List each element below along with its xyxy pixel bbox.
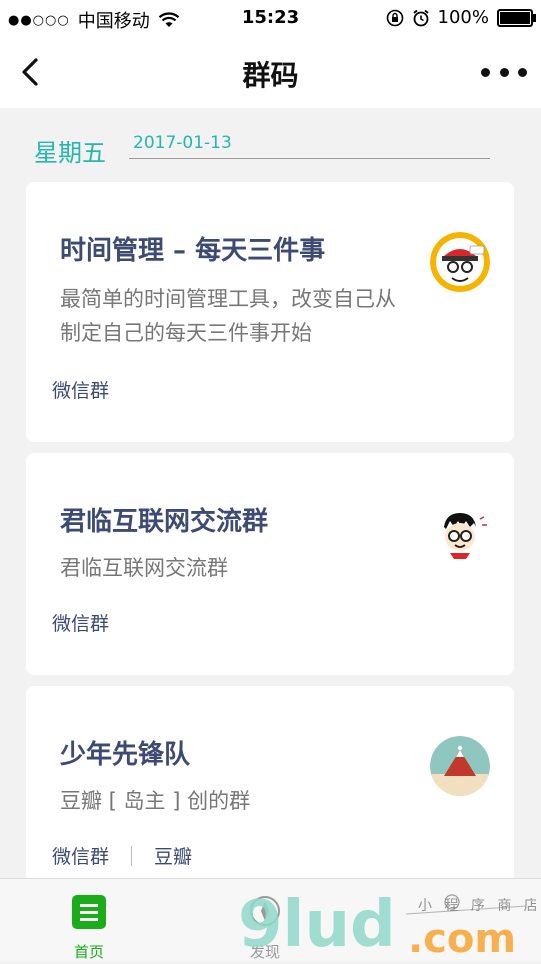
battery-icon: [497, 8, 536, 27]
group-description: 最简单的时间管理工具，改变自己从制定自己的每天三件事开始: [60, 287, 396, 345]
tag-separator: [131, 845, 133, 866]
group-tag: 微信群: [52, 380, 110, 402]
orientation-lock-icon: [386, 9, 403, 26]
group-card[interactable]: 少年先锋队 豆瓣 [ 岛主 ] 创的群 微信群 豆瓣: [26, 686, 514, 886]
avatar: [430, 232, 490, 292]
more-dot-icon: [499, 67, 509, 77]
more-options-button[interactable]: [481, 60, 527, 84]
group-card[interactable]: 时间管理 – 每天三件事 最简单的时间管理工具，改变自己从制定自己的每天三件事开…: [26, 182, 514, 442]
tab-bar: 首页 发现: [0, 878, 541, 961]
alarm-icon: [412, 9, 429, 26]
mountain-avatar-icon: [430, 736, 490, 796]
battery-fill: [500, 11, 530, 24]
avatar: [430, 736, 490, 796]
tab-discover-label: 发现: [249, 943, 280, 961]
status-bar: ●●○○○ 中国移动 15:23 100%: [0, 0, 541, 36]
cartoon-face-icon: [430, 503, 490, 563]
tab-home-label: 首页: [73, 943, 104, 961]
group-tags: 微信群 豆瓣: [52, 842, 192, 869]
tab-discover[interactable]: 发现: [205, 879, 325, 961]
date-divider: [129, 158, 490, 159]
group-tag: 微信群: [52, 846, 110, 868]
group-description: 君临互联网交流群: [60, 556, 228, 580]
group-title: 少年先锋队: [60, 740, 191, 770]
weekday-label: 星期五: [34, 139, 106, 167]
group-tags: 微信群: [52, 376, 109, 403]
page-title: 群码: [242, 59, 299, 92]
group-tags: 微信群: [52, 609, 109, 636]
date-header: 星期五 2017-01-13: [34, 133, 490, 167]
group-description: 豆瓣 [ 岛主 ] 创的群: [60, 789, 251, 813]
compass-icon: [250, 896, 280, 926]
navigation-bar: 群码: [0, 36, 541, 108]
cartoon-avatar-icon: [430, 232, 490, 292]
avatar: [430, 503, 490, 563]
group-title: 君临互联网交流群: [60, 507, 269, 537]
tab-home[interactable]: 首页: [29, 879, 149, 961]
battery-percent: 100%: [437, 7, 489, 28]
group-tag: 豆瓣: [154, 846, 193, 868]
group-tag: 微信群: [52, 613, 110, 635]
more-dot-icon: [481, 67, 490, 77]
group-card[interactable]: 君临互联网交流群 君临互联网交流群 微信群: [26, 453, 514, 675]
home-tab-icon: [72, 895, 106, 929]
group-title: 时间管理 – 每天三件事: [60, 236, 326, 266]
more-dot-icon: [518, 67, 527, 77]
date-label: 2017-01-13: [133, 133, 232, 153]
